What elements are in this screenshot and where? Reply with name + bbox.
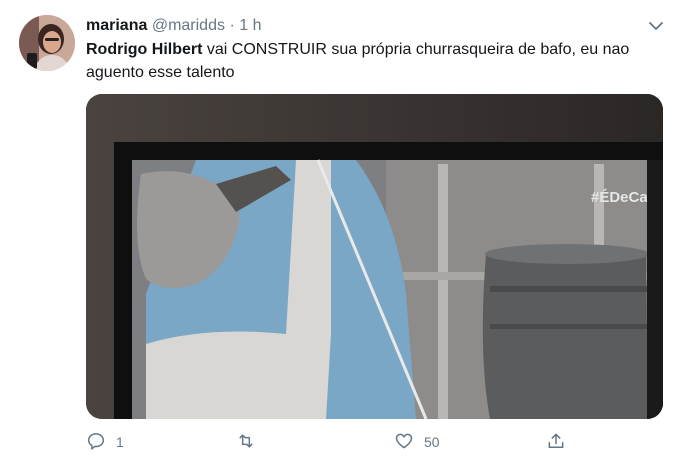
author-name[interactable]: mariana xyxy=(86,17,147,34)
tweet[interactable]: mariana @maridds · 1 h Rodrigo Hilbert v… xyxy=(0,0,680,464)
share-button[interactable] xyxy=(546,428,566,456)
like-button[interactable]: 50 xyxy=(394,428,440,456)
retweet-button[interactable] xyxy=(236,428,266,456)
tweet-media[interactable]: #ÉDeCasa xyxy=(86,94,663,419)
share-icon xyxy=(546,431,566,454)
reply-icon xyxy=(86,431,106,454)
separator: · xyxy=(229,17,235,34)
tweet-text-bold: Rodrigo Hilbert xyxy=(86,41,203,58)
tweet-actions: 1 50 xyxy=(86,428,586,456)
reply-count: 1 xyxy=(116,434,124,450)
tweet-text: Rodrigo Hilbert vai CONSTRUIR sua própri… xyxy=(86,38,666,84)
retweet-icon xyxy=(236,431,256,454)
tweet-header: mariana @maridds · 1 h xyxy=(86,15,261,37)
timestamp[interactable]: 1 h xyxy=(239,17,261,34)
chevron-down-icon[interactable] xyxy=(646,16,666,36)
avatar[interactable] xyxy=(19,15,75,71)
like-icon xyxy=(394,431,414,454)
reply-button[interactable]: 1 xyxy=(86,428,124,456)
like-count: 50 xyxy=(424,434,440,450)
author-handle[interactable]: @maridds xyxy=(152,17,225,34)
